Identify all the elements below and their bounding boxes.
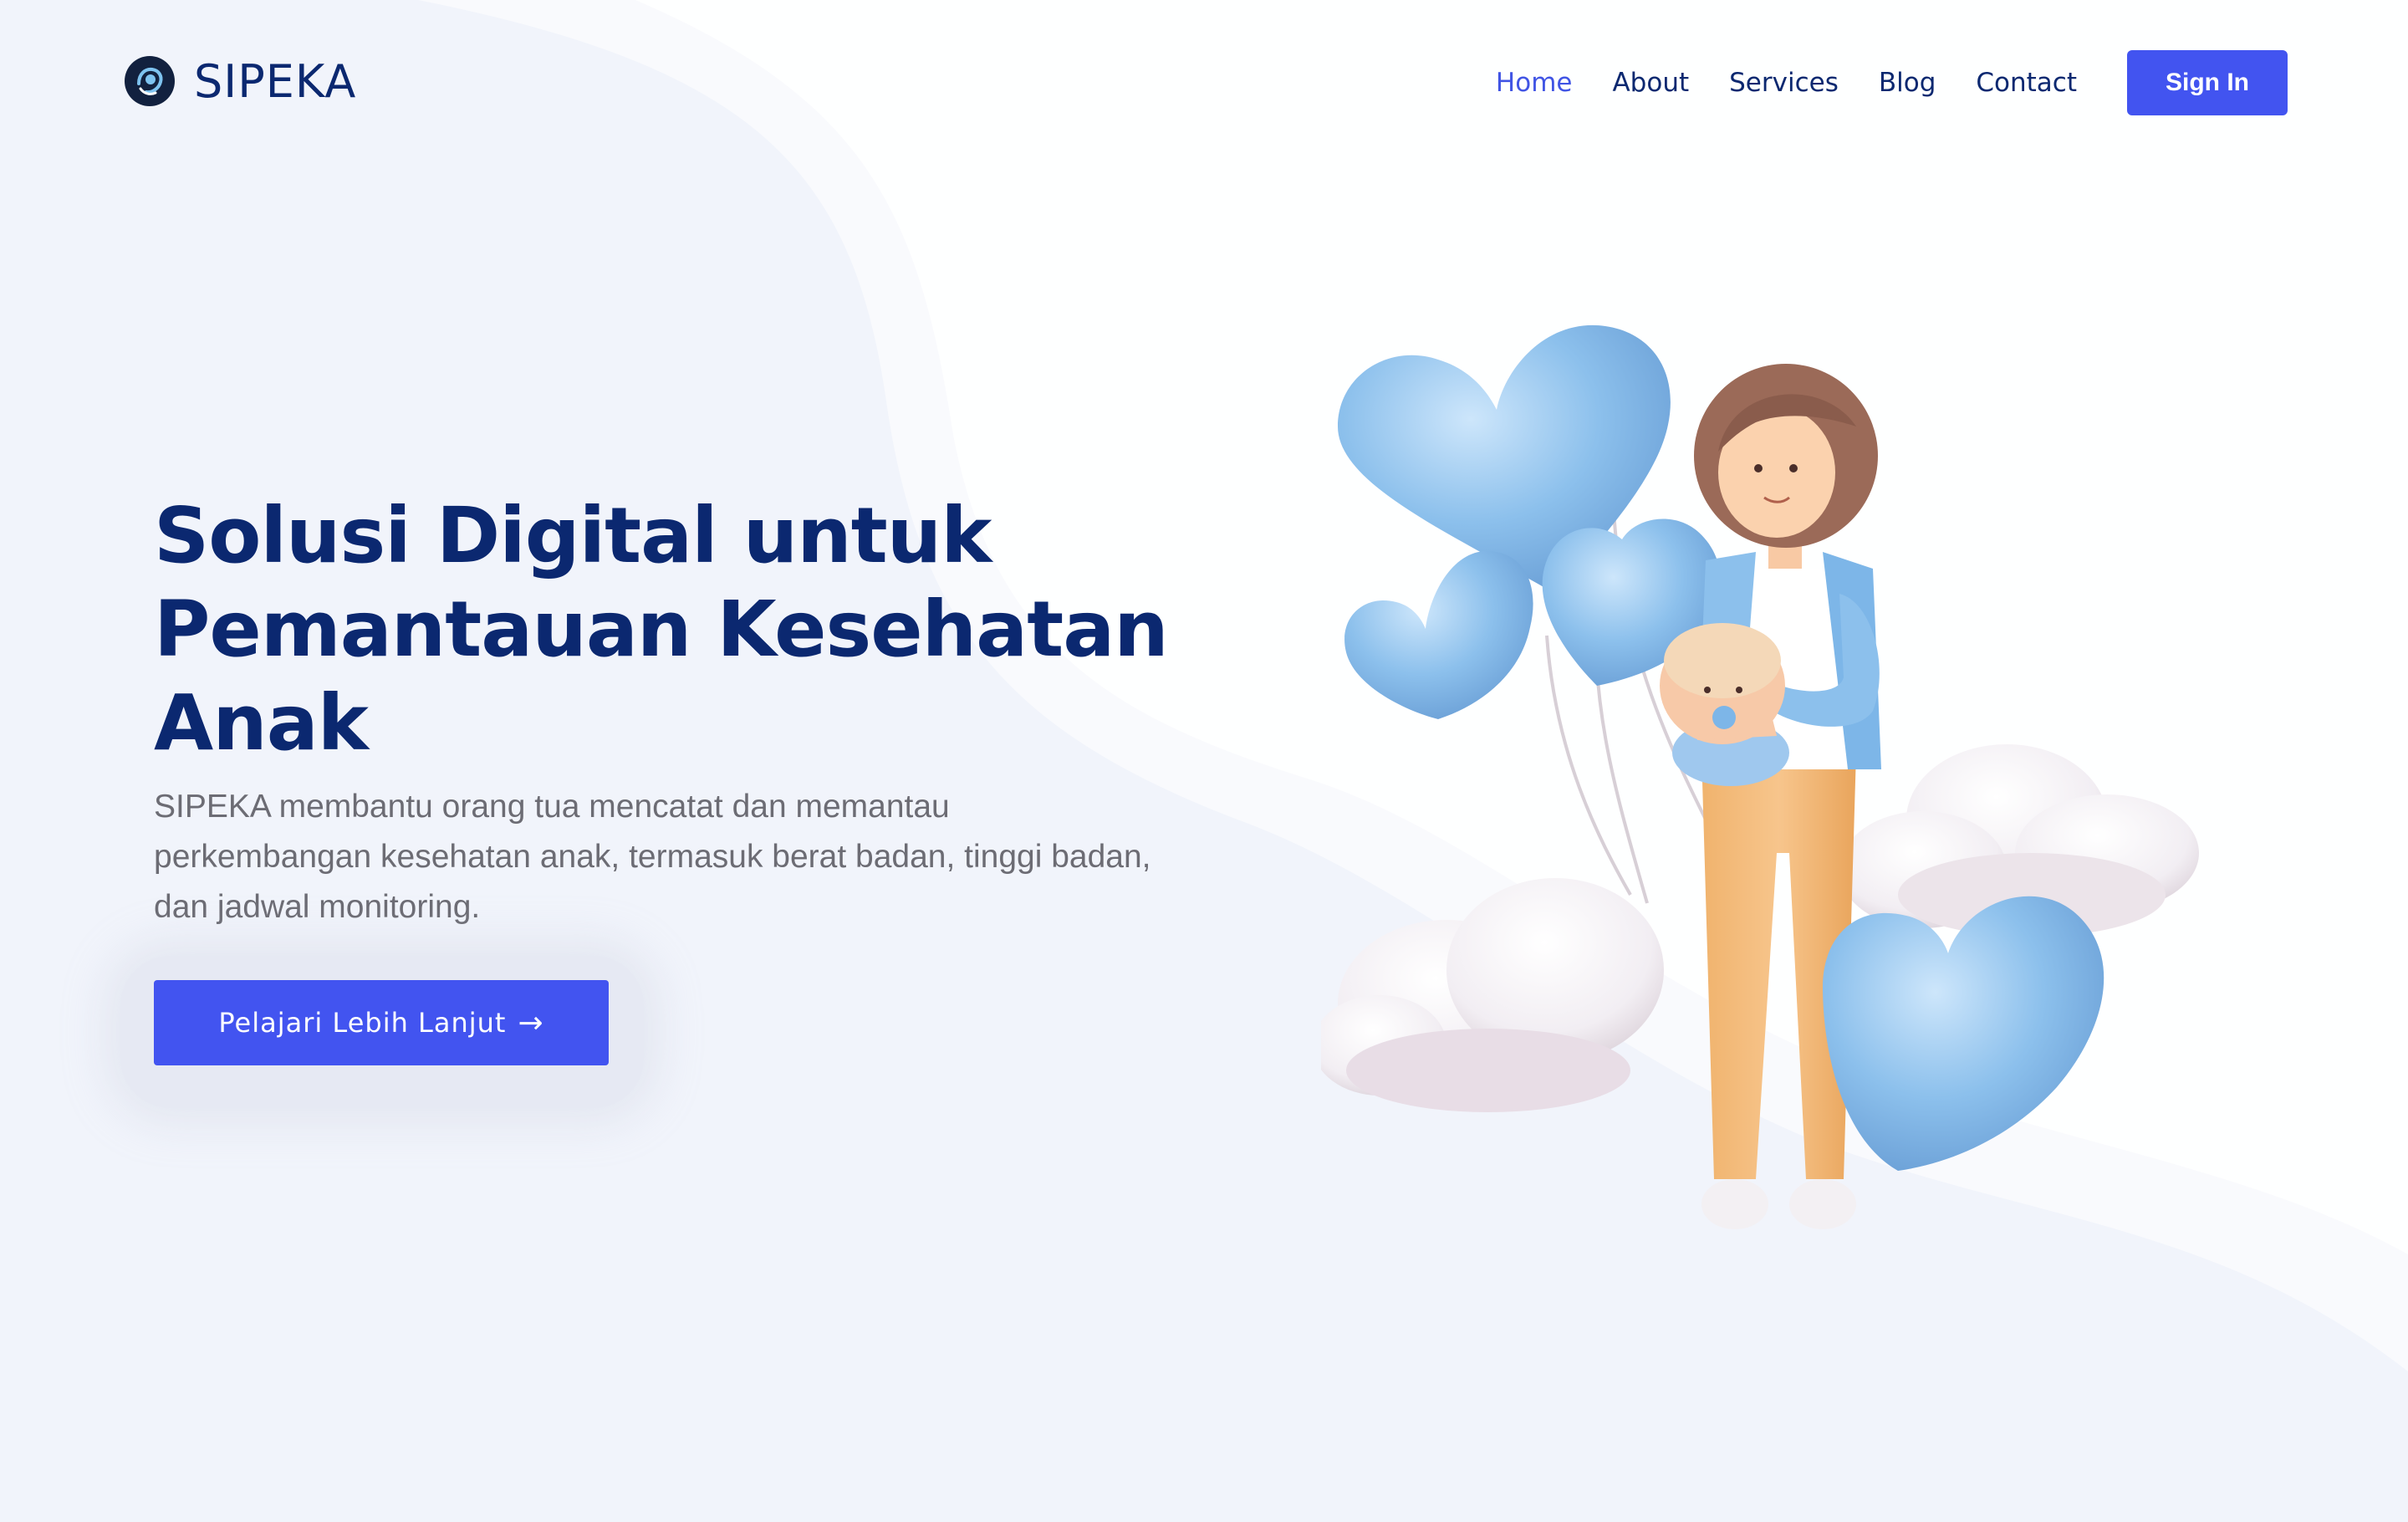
nav-item-blog[interactable]: Blog bbox=[1879, 68, 1936, 98]
nav-item-services[interactable]: Services bbox=[1729, 68, 1839, 98]
hero-title-line: Anak bbox=[154, 678, 369, 768]
brand-name: SIPEKA bbox=[194, 54, 357, 108]
sign-in-button[interactable]: Sign In bbox=[2127, 50, 2288, 115]
site-header: SIPEKA Home About Services Blog Contact … bbox=[0, 0, 2408, 159]
hero-title: Solusi Digital untuk Pemantauan Kesehata… bbox=[154, 489, 1207, 770]
learn-more-button[interactable]: Pelajari Lebih Lanjut → bbox=[154, 980, 609, 1065]
landing-page: SIPEKA Home About Services Blog Contact … bbox=[0, 0, 2408, 1522]
nav-item-contact[interactable]: Contact bbox=[1976, 68, 2077, 98]
heart-balloon-front bbox=[1823, 896, 2104, 1171]
hero-description-line: SIPEKA membantu orang tua mencatat dan m… bbox=[154, 789, 950, 825]
mother-child-logo-icon bbox=[125, 56, 175, 106]
hero-description: SIPEKA membantu orang tua mencatat dan m… bbox=[154, 782, 1191, 932]
hero-illustration bbox=[1321, 324, 2199, 1229]
nav-item-about[interactable]: About bbox=[1612, 68, 1689, 98]
brand-logo[interactable]: SIPEKA bbox=[124, 52, 356, 110]
hero-title-line: Solusi Digital untuk bbox=[154, 491, 992, 580]
hero-description-line: perkembangan kesehatan anak, termasuk be… bbox=[154, 839, 1151, 875]
hero-title-line: Pemantauan Kesehatan bbox=[154, 585, 1169, 674]
hero-description-line: dan jadwal monitoring. bbox=[154, 889, 481, 925]
baby-figure bbox=[1660, 623, 1789, 786]
learn-more-label: Pelajari Lebih Lanjut bbox=[218, 1007, 507, 1039]
main-nav: Home About Services Blog Contact Sign In bbox=[1456, 50, 2288, 115]
heart-balloon-small-left bbox=[1344, 550, 1533, 719]
arrow-right-icon: → bbox=[518, 1005, 544, 1040]
cloud-front-left bbox=[1321, 878, 1664, 1112]
hero-section: Solusi Digital untuk Pemantauan Kesehata… bbox=[154, 489, 1207, 932]
nav-item-home[interactable]: Home bbox=[1496, 68, 1573, 98]
